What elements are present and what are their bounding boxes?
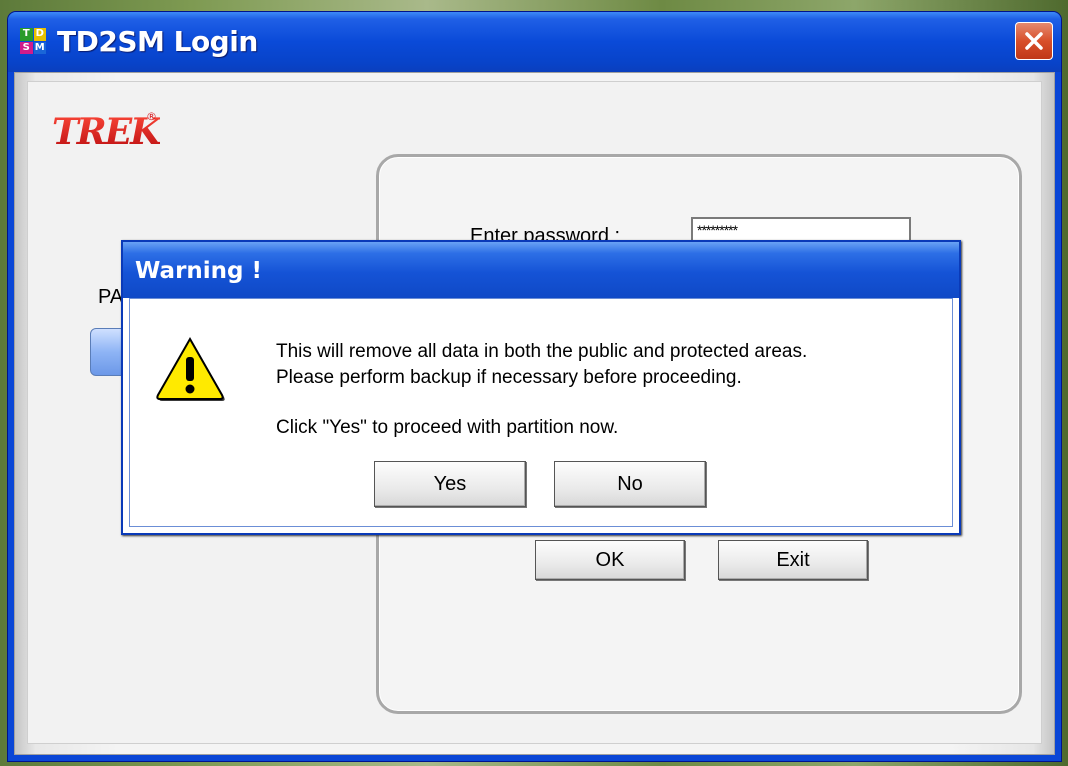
warning-icon [156,336,225,401]
no-button[interactable]: No [554,461,706,507]
dialog-body: This will remove all data in both the pu… [129,298,953,527]
app-icon-letter: M [33,41,46,54]
dialog-message: This will remove all data in both the pu… [276,339,807,391]
app-icon-letter: T [20,28,33,41]
app-icon-letter: D [33,28,46,41]
exit-button[interactable]: Exit [718,540,868,580]
ok-button[interactable]: OK [535,540,685,580]
partition-label-partial: PA [98,286,124,308]
dialog-titlebar[interactable]: Warning ! [123,242,959,298]
close-button[interactable] [1015,22,1053,60]
window-titlebar[interactable]: T D S M TD2SM Login [8,12,1061,72]
dialog-message-line1: This will remove all data in both the pu… [276,341,808,362]
svg-text:®: ® [146,110,157,123]
dialog-title: Warning ! [135,258,263,284]
yes-button[interactable]: Yes [374,461,526,507]
app-icon: T D S M [20,28,46,54]
dialog-prompt: Click "Yes" to proceed with partition no… [276,417,619,438]
svg-text:TREK: TREK [52,111,160,153]
trek-logo: TREK ® [50,106,165,156]
close-icon [1025,32,1043,50]
warning-dialog: Warning ! This will remove all data in b… [121,240,961,535]
dialog-message-line2: Please perform backup if necessary befor… [276,367,742,388]
app-icon-letter: S [20,41,33,54]
window-title: TD2SM Login [57,25,258,58]
